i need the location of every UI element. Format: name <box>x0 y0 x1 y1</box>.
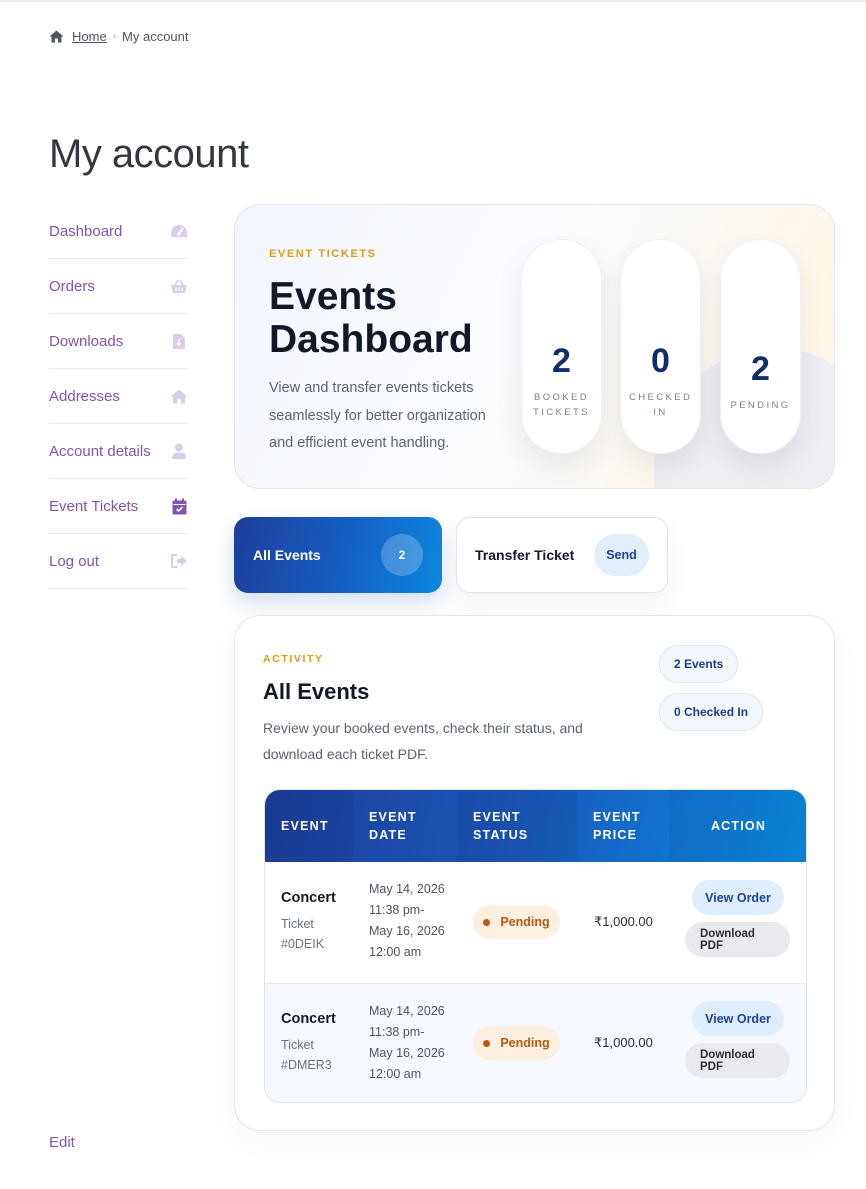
status-label: Pending <box>500 915 550 929</box>
breadcrumb-separator: › <box>112 31 117 42</box>
table-header: EVENT EVENT DATE EVENT STATUS EVENT PRIC… <box>265 790 806 862</box>
column-header-event-status: EVENT STATUS <box>457 790 577 862</box>
column-header-label: EVENT DATE <box>369 810 417 842</box>
sidebar-item-label: Orders <box>49 277 95 295</box>
sidebar-item-downloads[interactable]: Downloads <box>49 314 188 369</box>
download-pdf-label: Download PDF <box>700 1048 755 1073</box>
event-date: May 14, 2026 11:38 pm- May 16, 2026 12:0… <box>369 1004 445 1081</box>
calendar-check-icon <box>170 497 188 515</box>
account-navigation: Dashboard Orders Downloads Addresses Acc… <box>49 204 188 589</box>
edit-link[interactable]: Edit <box>49 1134 75 1151</box>
checked-in-chip: 0 Checked In <box>659 693 764 731</box>
stat-booked-tickets: 2 BOOKED TICKETS <box>521 239 602 454</box>
table-row: Concert Ticket #DMER3 May 14, 2026 11:38… <box>265 983 806 1102</box>
status-dot <box>483 1039 491 1047</box>
hero-description: View and transfer events tickets seamles… <box>269 380 486 451</box>
event-name: Concert <box>281 890 336 906</box>
sign-out-icon <box>170 552 188 570</box>
breadcrumb: Home › My account <box>49 29 189 44</box>
status-badge: Pending <box>473 1026 560 1060</box>
activity-eyebrow: ACTIVITY <box>263 653 324 665</box>
event-date: May 14, 2026 11:38 pm- May 16, 2026 12:0… <box>369 882 445 959</box>
stat-value: 2 <box>751 350 770 388</box>
event-price: ₹1,000.00 <box>594 914 653 929</box>
sidebar-item-orders[interactable]: Orders <box>49 259 188 314</box>
top-divider <box>0 0 866 2</box>
sidebar-item-dashboard[interactable]: Dashboard <box>49 204 188 259</box>
tab-label: Transfer Ticket <box>475 547 575 563</box>
column-header-event-price: EVENT PRICE <box>577 790 669 862</box>
table-row: Concert Ticket #0DEIK May 14, 2026 11:38… <box>265 862 806 982</box>
view-order-button[interactable]: View Order <box>692 880 784 915</box>
file-download-icon <box>170 332 188 350</box>
breadcrumb-home-link[interactable]: Home <box>72 29 107 44</box>
sidebar-item-event-tickets[interactable]: Event Tickets <box>49 479 188 534</box>
dashboard-gauge-icon <box>170 222 188 240</box>
status-label: Pending <box>500 1036 550 1050</box>
column-header-event: EVENT <box>265 790 353 862</box>
sidebar-item-account-details[interactable]: Account details <box>49 424 188 479</box>
download-pdf-button[interactable]: Download PDF <box>685 922 790 957</box>
events-count-chip: 2 Events <box>659 645 739 683</box>
column-header-label: EVENT PRICE <box>593 810 641 842</box>
activity-card: ACTIVITY All Events Review your booked e… <box>234 615 835 1131</box>
user-icon <box>170 442 188 460</box>
column-header-action: ACTION <box>669 790 806 862</box>
send-button[interactable]: Send <box>594 534 649 576</box>
tab-transfer-ticket[interactable]: Transfer Ticket Send <box>456 517 668 593</box>
home-icon <box>49 30 64 43</box>
sidebar-item-label: Event Tickets <box>49 497 139 515</box>
tab-all-events[interactable]: All Events 2 <box>234 517 442 593</box>
event-name: Concert <box>281 1011 336 1027</box>
status-dot <box>483 918 491 926</box>
tab-label: All Events <box>253 547 321 563</box>
hero-title: Events Dashboard <box>269 275 473 361</box>
page-title: My account <box>49 132 249 176</box>
sidebar-item-label: Log out <box>49 552 100 570</box>
view-order-button[interactable]: View Order <box>692 1001 784 1036</box>
events-table: EVENT EVENT DATE EVENT STATUS EVENT PRIC… <box>264 789 807 1103</box>
column-header-event-date: EVENT DATE <box>353 790 457 862</box>
sidebar-item-label: Addresses <box>49 387 120 405</box>
sidebar-item-label: Account details <box>49 442 151 460</box>
status-badge: Pending <box>473 905 560 939</box>
sidebar-item-label: Dashboard <box>49 222 123 240</box>
download-pdf-label: Download PDF <box>700 927 755 952</box>
events-dashboard-card: EVENT TICKETS Events Dashboard View and … <box>234 204 835 489</box>
stat-label: PENDING <box>730 400 791 411</box>
breadcrumb-current: My account <box>122 29 189 44</box>
hero-eyebrow: EVENT TICKETS <box>269 248 377 260</box>
ticket-number: Ticket #0DEIK <box>281 917 325 951</box>
stat-checked-in: 0 CHECKED IN <box>620 239 701 454</box>
stat-label: CHECKED IN <box>629 392 693 418</box>
sidebar-item-label: Downloads <box>49 332 124 350</box>
download-pdf-button[interactable]: Download PDF <box>685 1043 790 1078</box>
stat-value: 2 <box>552 342 571 380</box>
ticket-number: Ticket #DMER3 <box>281 1038 332 1072</box>
home-icon <box>170 387 188 405</box>
sidebar-item-addresses[interactable]: Addresses <box>49 369 188 424</box>
stat-value: 0 <box>651 342 670 380</box>
activity-description: Review your booked events, check their s… <box>263 720 583 762</box>
events-count-badge: 2 <box>381 534 423 576</box>
column-header-label: EVENT STATUS <box>473 810 529 842</box>
stat-pending: 2 PENDING <box>720 239 801 454</box>
event-price: ₹1,000.00 <box>594 1035 653 1050</box>
activity-title: All Events <box>263 679 370 704</box>
sidebar-item-log-out[interactable]: Log out <box>49 534 188 589</box>
basket-icon <box>170 277 188 295</box>
stat-label: BOOKED TICKETS <box>533 392 590 418</box>
